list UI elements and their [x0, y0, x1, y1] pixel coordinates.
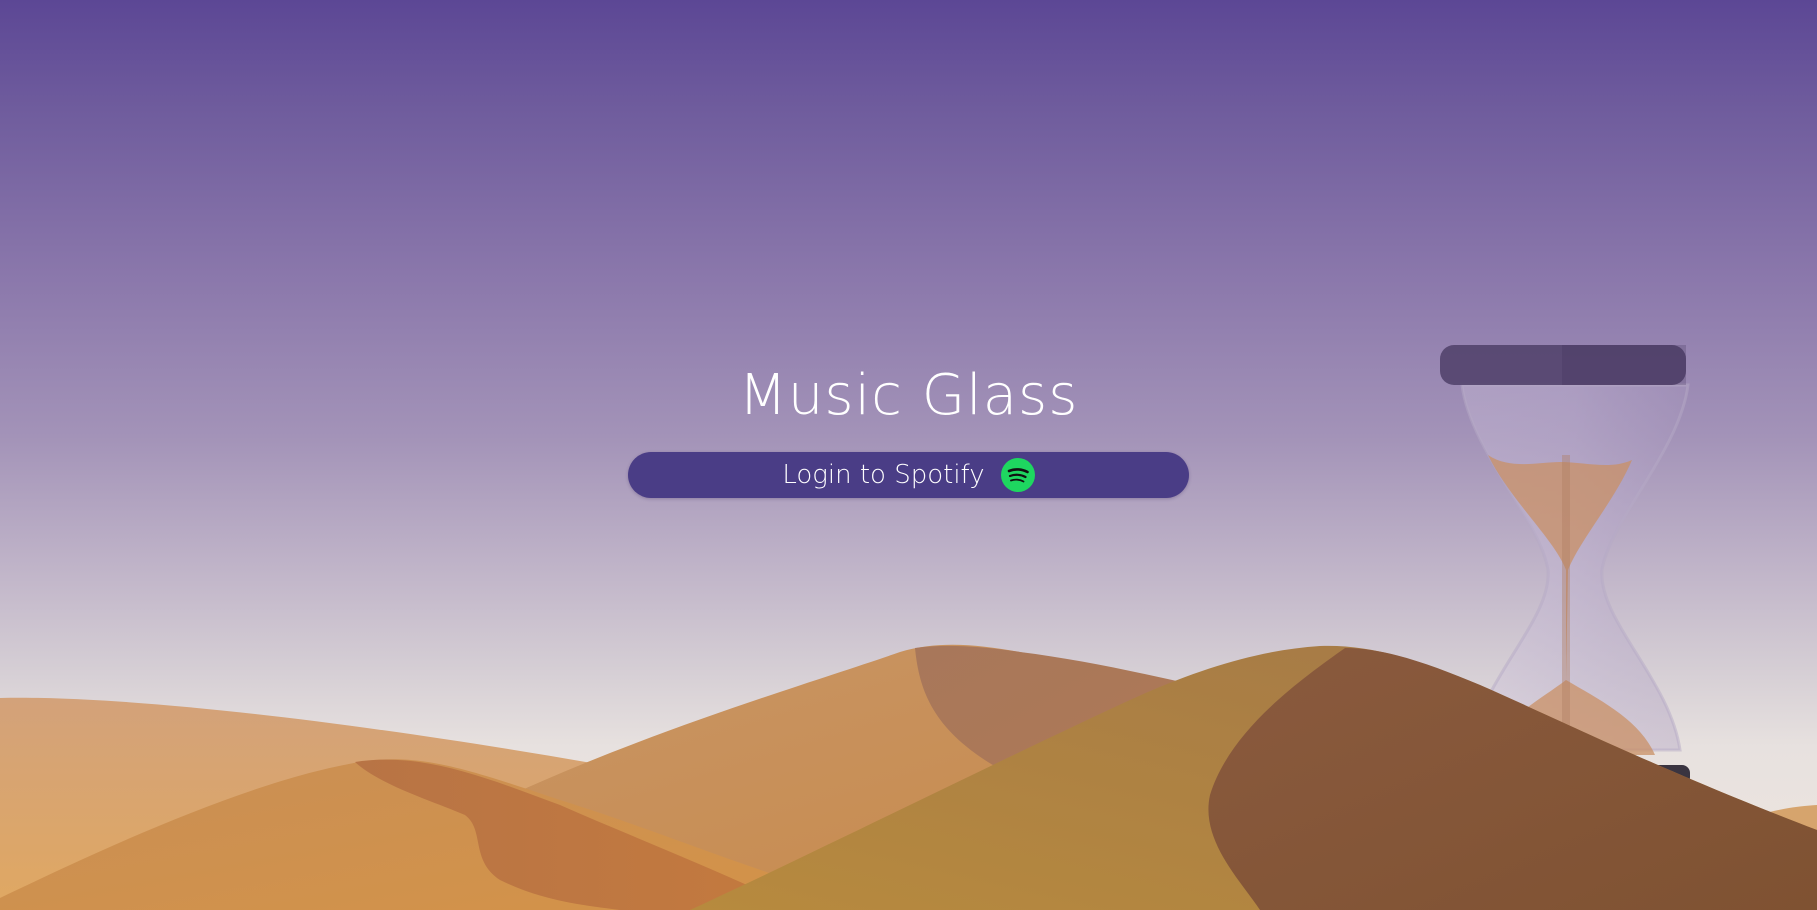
login-button-label: Login to Spotify: [782, 460, 985, 490]
login-screen: Music Glass Login to Spotify: [0, 0, 1817, 910]
login-spotify-button[interactable]: Login to Spotify: [628, 452, 1189, 498]
spotify-icon: [1000, 458, 1035, 492]
app-title: Music Glass: [738, 363, 1079, 428]
login-panel: Music Glass Login to Spotify: [0, 360, 1817, 498]
